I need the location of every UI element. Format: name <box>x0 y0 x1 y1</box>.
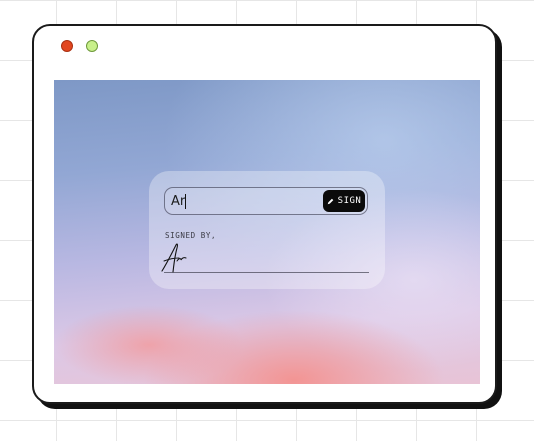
signature-line <box>164 272 369 273</box>
app-window: SIGN SIGNED BY, Ar <box>32 24 497 404</box>
name-input-container: SIGN <box>164 187 368 215</box>
text-caret <box>185 194 186 209</box>
gradient-background: SIGN SIGNED BY, Ar <box>54 80 480 384</box>
pen-icon <box>327 198 333 204</box>
name-input[interactable] <box>171 192 321 210</box>
sign-button[interactable]: SIGN <box>323 190 365 212</box>
sign-button-label: SIGN <box>337 196 362 206</box>
signed-by-label: SIGNED BY, <box>165 231 217 240</box>
signature-drawing: Ar <box>161 243 187 273</box>
zoom-window-button[interactable] <box>86 40 98 52</box>
signature-card: SIGN SIGNED BY, Ar <box>149 171 385 289</box>
close-window-button[interactable] <box>61 40 73 52</box>
